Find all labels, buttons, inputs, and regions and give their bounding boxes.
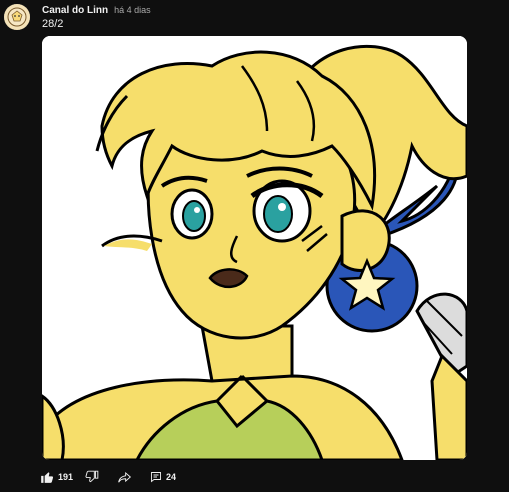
post-header: Canal do Linn há 4 dias [42, 4, 151, 17]
share-icon [117, 470, 132, 484]
channel-name[interactable]: Canal do Linn [42, 5, 108, 16]
avatar-image [4, 4, 30, 30]
comment-count: 24 [166, 472, 177, 482]
share-button[interactable] [117, 470, 132, 484]
action-bar: 191 24 [40, 468, 176, 486]
character-illustration [42, 36, 467, 460]
post-time[interactable]: há 4 dias [114, 5, 151, 15]
like-count: 191 [58, 472, 74, 482]
post-text: 28/2 [42, 18, 64, 30]
channel-avatar[interactable] [4, 4, 30, 30]
comments-button[interactable]: 24 [150, 471, 176, 483]
thumbs-down-icon [85, 470, 99, 484]
comments-icon [150, 471, 162, 483]
like-button[interactable]: 191 [40, 470, 73, 484]
thumbs-up-icon [40, 470, 54, 484]
post-image[interactable] [42, 36, 467, 460]
dislike-button[interactable] [85, 470, 99, 484]
